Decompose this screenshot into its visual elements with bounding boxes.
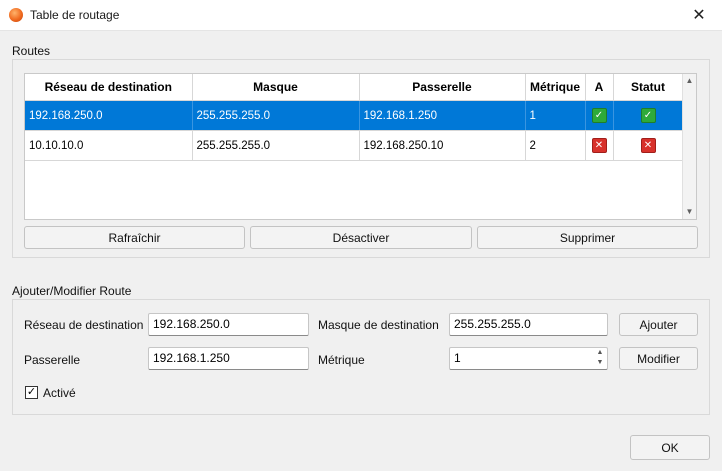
form-group-label: Ajouter/Modifier Route [12,284,132,298]
window-title: Table de routage [30,8,120,22]
dest-mask-field[interactable]: 255.255.255.0 [449,313,608,336]
table-row[interactable]: 192.168.250.0 255.255.255.0 192.168.1.25… [25,100,684,131]
enabled-checkbox[interactable]: ✓ [25,386,38,399]
refresh-button[interactable]: Rafraîchir [24,226,245,249]
cross-icon: ✕ [640,138,656,153]
cell-status: ✓ [613,100,684,131]
cell-gateway: 192.168.250.10 [359,130,526,161]
metric-stepper[interactable]: 1 ▲ ▼ [449,347,608,370]
check-icon: ✓ [640,108,656,123]
title-bar: Table de routage ✕ [0,0,722,31]
cell-status: ✕ [613,130,684,161]
table-row[interactable]: 10.10.10.0 255.255.255.0 192.168.250.10 … [25,130,684,161]
enabled-label: Activé [43,386,76,400]
gateway-field[interactable]: 192.168.1.250 [148,347,309,370]
cell-a: ✕ [585,130,614,161]
table-header-row: Réseau de destination Masque Passerelle … [25,74,684,101]
disable-button[interactable]: Désactiver [250,226,472,249]
cell-mask: 255.255.255.0 [192,100,360,131]
dest-mask-label: Masque de destination [318,318,439,332]
scroll-down-icon[interactable]: ▼ [683,205,696,219]
routes-group-label: Routes [12,44,51,58]
ok-button[interactable]: OK [630,435,710,460]
dest-network-label: Réseau de destination [24,318,144,332]
cell-network: 10.10.10.0 [25,130,193,161]
routes-table[interactable]: Réseau de destination Masque Passerelle … [24,73,697,220]
column-header-gateway[interactable]: Passerelle [359,74,526,101]
chevron-down-icon[interactable]: ▼ [593,358,607,368]
modify-button[interactable]: Modifier [619,347,698,370]
app-icon [9,8,23,22]
scroll-up-icon[interactable]: ▲ [683,74,696,88]
cell-mask: 255.255.255.0 [192,130,360,161]
dest-network-field[interactable]: 192.168.250.0 [148,313,309,336]
gateway-label: Passerelle [24,353,81,367]
cell-gateway: 192.168.1.250 [359,100,526,131]
cell-metric: 1 [525,100,586,131]
table-scrollbar[interactable]: ▲ ▼ [682,74,696,219]
column-header-network[interactable]: Réseau de destination [25,74,193,101]
metric-label: Métrique [318,353,365,367]
column-header-a[interactable]: A [585,74,614,101]
column-header-status[interactable]: Statut [613,74,684,101]
close-icon[interactable]: ✕ [676,0,722,30]
cell-metric: 2 [525,130,586,161]
check-icon: ✓ [591,108,607,123]
metric-value: 1 [454,351,461,365]
column-header-metric[interactable]: Métrique [525,74,586,101]
add-button[interactable]: Ajouter [619,313,698,336]
column-header-mask[interactable]: Masque [192,74,360,101]
cell-a: ✓ [585,100,614,131]
delete-button[interactable]: Supprimer [477,226,698,249]
cell-network: 192.168.250.0 [25,100,193,131]
cross-icon: ✕ [591,138,607,153]
chevron-up-icon[interactable]: ▲ [593,348,607,358]
spinner[interactable]: ▲ ▼ [593,348,607,369]
